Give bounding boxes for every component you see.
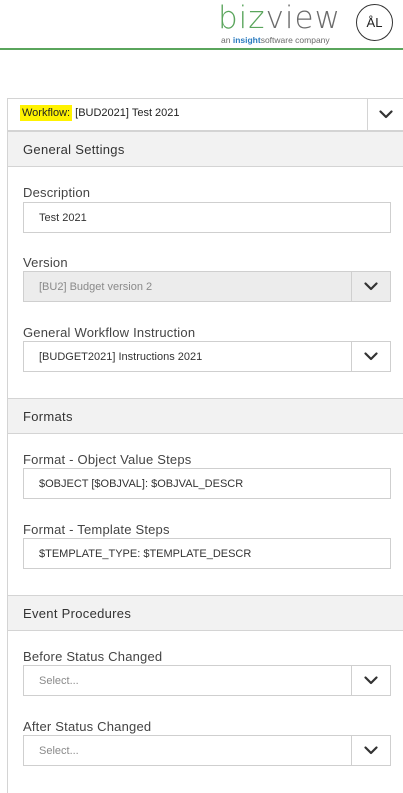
description-input[interactable]: Test 2021 [23,202,391,233]
section-general-settings[interactable]: General Settings [8,131,403,167]
object-value-format-label: Format - Object Value Steps [23,452,192,467]
version-dropdown-button [351,272,390,301]
bizview-logo[interactable]: bizview an insightsoftware company [218,2,346,46]
chevron-down-icon [378,110,393,119]
section-title: Formats [23,409,73,424]
before-status-label: Before Status Changed [23,649,163,664]
workflow-selector[interactable]: Workflow: [BUD2021] Test 2021 [8,99,403,131]
section-title: Event Procedures [23,606,132,621]
workflow-value: [BUD2021] Test 2021 [75,107,180,119]
chevron-down-icon [364,352,378,361]
app-header: bizview an insightsoftware company ÅL [0,0,403,50]
user-avatar[interactable]: ÅL [356,4,393,41]
before-status-select[interactable]: Select... [23,665,391,696]
before-status-dropdown-button[interactable] [351,666,390,695]
workflow-settings-panel: Workflow: [BUD2021] Test 2021 General Se… [7,98,403,793]
template-format-label: Format - Template Steps [23,522,170,537]
chevron-down-icon [364,282,378,291]
version-label: Version [23,255,68,270]
workflow-label: Workflow: [BUD2021] Test 2021 [17,105,183,123]
instruction-select[interactable]: [BUDGET2021] Instructions 2021 [23,341,391,372]
section-event-procedures[interactable]: Event Procedures [8,595,403,631]
chevron-down-icon [364,746,378,755]
after-status-dropdown-button[interactable] [351,736,390,765]
version-select: [BU2] Budget version 2 [23,271,391,302]
object-value-format-input[interactable]: $OBJECT [$OBJVAL]: $OBJVAL_DESCR [23,468,391,499]
workflow-label-highlight: Workflow: [20,105,73,121]
chevron-down-icon [364,676,378,685]
template-format-input[interactable]: $TEMPLATE_TYPE: $TEMPLATE_DESCR [23,538,391,569]
logo-wordmark: bizview [218,0,341,36]
instruction-label: General Workflow Instruction [23,325,196,340]
description-label: Description [23,185,91,200]
instruction-dropdown-button[interactable] [351,342,390,371]
after-status-label: After Status Changed [23,719,152,734]
after-status-select[interactable]: Select... [23,735,391,766]
logo-tagline: an insightsoftware company [221,35,330,45]
section-formats[interactable]: Formats [8,398,403,434]
workflow-dropdown-button[interactable] [367,99,403,130]
section-title: General Settings [23,142,125,157]
